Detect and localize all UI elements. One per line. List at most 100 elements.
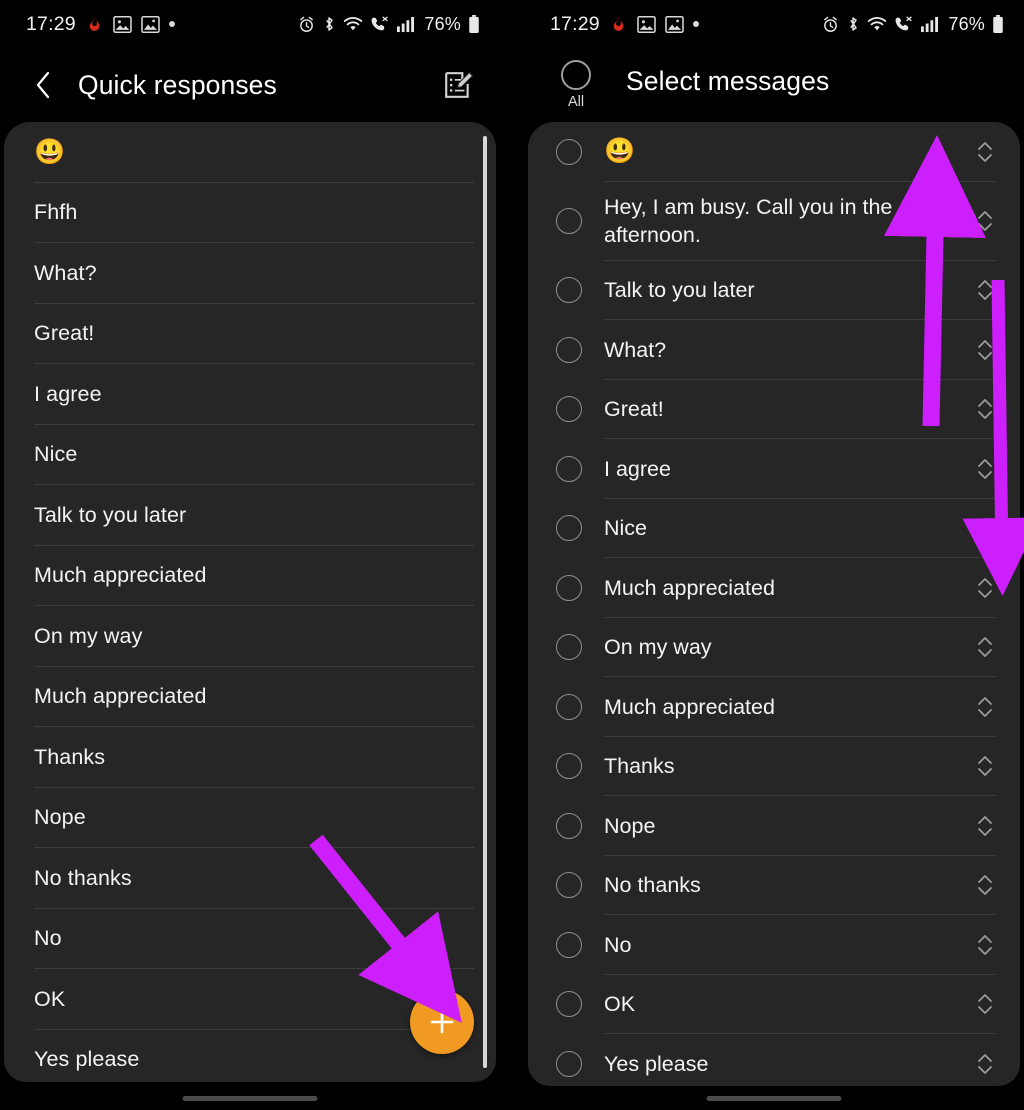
list-item[interactable]: Nice	[4, 425, 496, 485]
table-row[interactable]: Great!	[528, 380, 1020, 439]
list-item[interactable]: Nope	[4, 788, 496, 848]
select-row-checkbox[interactable]	[556, 138, 582, 165]
page-title: Select messages	[626, 66, 830, 96]
select-messages-panel: 😃 Hey, I am busy. Call you in the afterno…	[528, 122, 1020, 1086]
list-item[interactable]: Much appreciated	[4, 667, 496, 727]
table-row[interactable]: OK	[528, 975, 1020, 1034]
list-item[interactable]: Fhfh	[4, 183, 496, 243]
message-label: On my way	[604, 635, 712, 660]
left-screen: 17:29 76% Quick responses 😃 Fhfh What? G…	[0, 0, 500, 1110]
battery-percent: 76%	[424, 13, 461, 34]
chevron-up-down-icon	[978, 141, 992, 162]
reorder-handle[interactable]	[972, 928, 998, 962]
reorder-handle[interactable]	[972, 204, 998, 238]
reorder-handle[interactable]	[972, 809, 998, 843]
reorder-handle[interactable]	[972, 749, 998, 783]
table-row[interactable]: 😃	[528, 122, 1020, 182]
table-row[interactable]: No thanks	[528, 856, 1020, 915]
scrollbar[interactable]	[483, 136, 487, 1068]
list-item[interactable]: No thanks	[4, 848, 496, 909]
bluetooth-icon	[322, 15, 336, 33]
select-row-checkbox[interactable]	[556, 336, 582, 363]
signal-bars-icon	[920, 16, 939, 33]
reorder-handle[interactable]	[972, 333, 998, 367]
status-bar-left-icons: 17:29	[26, 13, 175, 36]
table-row[interactable]: What?	[528, 320, 1020, 380]
list-item-label: No thanks	[34, 865, 132, 890]
message-label: Hey, I am busy. Call you in the afternoo…	[604, 194, 893, 247]
reorder-handle[interactable]	[972, 452, 998, 486]
list-item-label: Talk to you later	[34, 502, 187, 527]
select-row-checkbox[interactable]	[556, 693, 582, 720]
select-row-checkbox[interactable]	[556, 574, 582, 601]
table-row[interactable]: On my way	[528, 618, 1020, 677]
list-item[interactable]: Much appreciated	[4, 546, 496, 606]
select-row-checkbox[interactable]	[556, 455, 582, 482]
list-item[interactable]: On my way	[4, 606, 496, 667]
table-row[interactable]: I agree	[528, 439, 1020, 499]
table-row[interactable]: Thanks	[528, 737, 1020, 796]
back-button[interactable]	[26, 65, 60, 105]
reorder-handle[interactable]	[972, 571, 998, 605]
wifi-icon	[343, 15, 363, 33]
select-row-checkbox[interactable]	[556, 515, 582, 542]
table-row[interactable]: No	[528, 915, 1020, 975]
reorder-handle[interactable]	[972, 630, 998, 664]
list-item[interactable]: What?	[4, 243, 496, 304]
message-label: 😃	[604, 137, 636, 166]
bluetooth-icon	[846, 15, 860, 33]
message-label: Much appreciated	[604, 575, 775, 600]
status-bar-right: 17:29 76%	[524, 0, 1024, 48]
quick-responses-list[interactable]: 😃 Fhfh What? Great! I agree Nice Talk to you l…	[4, 122, 496, 1082]
select-row-checkbox[interactable]	[556, 812, 582, 839]
select-row-checkbox[interactable]	[556, 991, 582, 1018]
table-row[interactable]: Yes please	[528, 1034, 1020, 1086]
table-row[interactable]: Nice	[528, 499, 1020, 558]
reorder-handle[interactable]	[972, 511, 998, 545]
reorder-handle[interactable]	[972, 135, 998, 169]
edit-compose-button[interactable]	[438, 65, 478, 105]
reorder-handle[interactable]	[972, 690, 998, 724]
select-all-checkbox[interactable]: All	[550, 60, 602, 110]
chevron-up-down-icon	[978, 211, 992, 231]
chevron-up-down-icon	[978, 399, 992, 420]
list-item[interactable]: No	[4, 909, 496, 969]
chevron-up-down-icon	[978, 815, 992, 836]
table-row[interactable]: Much appreciated	[528, 677, 1020, 737]
list-item-label: Thanks	[34, 744, 106, 769]
status-bar-left: 17:29 76%	[0, 0, 500, 48]
app-bar-right: All Select messages	[524, 48, 1024, 122]
add-response-button[interactable]	[410, 990, 474, 1054]
dot-icon	[692, 21, 699, 27]
table-row[interactable]: Nope	[528, 796, 1020, 856]
list-item[interactable]: Thanks	[4, 727, 496, 788]
select-row-checkbox[interactable]	[556, 1050, 582, 1077]
table-row[interactable]: Hey, I am busy. Call you in the afternoo…	[528, 182, 1020, 261]
select-row-checkbox[interactable]	[556, 208, 582, 234]
select-row-checkbox[interactable]	[556, 931, 582, 958]
alarm-icon	[298, 16, 315, 33]
select-messages-list[interactable]: 😃 Hey, I am busy. Call you in the afterno…	[528, 122, 1020, 1086]
table-row[interactable]: Much appreciated	[528, 558, 1020, 618]
battery-percent: 76%	[948, 13, 985, 34]
signal-bars-icon	[396, 16, 415, 33]
select-row-checkbox[interactable]	[556, 396, 582, 423]
reorder-handle[interactable]	[972, 987, 998, 1021]
reorder-handle[interactable]	[972, 868, 998, 902]
message-label: Talk to you later	[604, 278, 755, 303]
select-row-checkbox[interactable]	[556, 634, 582, 661]
list-item-label: Yes please	[34, 1047, 140, 1072]
select-row-checkbox[interactable]	[556, 753, 582, 780]
list-item[interactable]: I agree	[4, 364, 496, 425]
edit-compose-icon	[445, 71, 473, 98]
select-row-checkbox[interactable]	[556, 872, 582, 899]
select-row-checkbox[interactable]	[556, 277, 582, 304]
list-item[interactable]: 😃	[4, 122, 496, 183]
table-row[interactable]: Talk to you later	[528, 261, 1020, 320]
volte-call-icon	[894, 15, 913, 33]
list-item[interactable]: Great!	[4, 304, 496, 364]
reorder-handle[interactable]	[972, 1047, 998, 1081]
list-item[interactable]: Talk to you later	[4, 485, 496, 546]
reorder-handle[interactable]	[972, 392, 998, 426]
reorder-handle[interactable]	[972, 273, 998, 307]
